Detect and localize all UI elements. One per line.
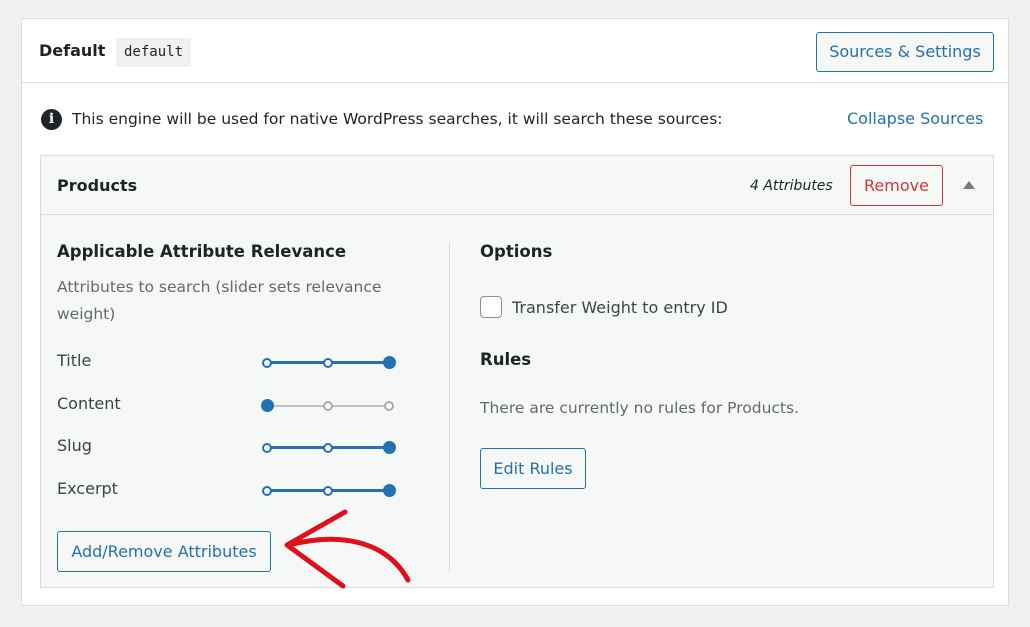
source-name: Products (57, 176, 138, 195)
relevance-description: Attributes to search (slider sets releva… (57, 278, 382, 323)
attribute-label: Excerpt (57, 479, 118, 498)
engine-name: Default (39, 41, 106, 60)
transfer-weight-label: Transfer Weight to entry ID (512, 297, 728, 317)
annotation-arrow-icon (284, 509, 411, 589)
add-remove-attributes-button[interactable]: Add/Remove Attributes (57, 531, 271, 572)
engine-slug: default (116, 38, 192, 67)
slider-knob[interactable] (261, 399, 274, 412)
attribute-label: Title (57, 351, 92, 370)
relevance-slider[interactable] (262, 483, 396, 499)
source-products: Products 4 Attributes Remove Applicable … (40, 155, 994, 588)
attribute-count: 4 Attributes (750, 178, 833, 194)
slider-knob[interactable] (383, 356, 396, 369)
info-icon: i (41, 108, 62, 130)
slider-stop[interactable] (323, 486, 333, 496)
attribute-label: Content (57, 394, 121, 413)
remove-source-button[interactable]: Remove (850, 165, 943, 206)
slider-stop[interactable] (323, 358, 333, 368)
slider-knob[interactable] (383, 484, 396, 497)
rules-empty-text: There are currently no rules for Product… (480, 399, 800, 417)
engine-header: Default default Sources & Settings (22, 19, 1008, 83)
attribute-label: Slug (57, 436, 92, 455)
engine-panel: Default default Sources & Settings i Thi… (21, 18, 1009, 606)
attribute-row: Excerpt (57, 479, 397, 503)
column-divider (449, 242, 450, 572)
slider-stop[interactable] (262, 443, 272, 453)
attribute-row: Slug (57, 436, 397, 460)
transfer-weight-checkbox[interactable] (480, 296, 502, 318)
slider-stop[interactable] (323, 443, 333, 453)
notice-text: This engine will be used for native Word… (72, 110, 723, 128)
slider-stop[interactable] (262, 358, 272, 368)
collapse-arrow-icon[interactable] (963, 181, 975, 189)
slider-stop[interactable] (323, 401, 333, 411)
options-title: Options (480, 242, 553, 261)
attribute-row: Title (57, 351, 397, 375)
relevance-slider[interactable] (262, 355, 396, 371)
relevance-slider[interactable] (262, 440, 396, 456)
source-header: Products 4 Attributes Remove (41, 156, 993, 215)
rules-title: Rules (480, 350, 532, 369)
edit-rules-button[interactable]: Edit Rules (480, 448, 586, 489)
relevance-title: Applicable Attribute Relevance (57, 242, 347, 261)
relevance-slider[interactable] (261, 398, 394, 414)
slider-stop[interactable] (384, 401, 394, 411)
attribute-row: Content (57, 394, 397, 418)
collapse-sources-link[interactable]: Collapse Sources (847, 109, 983, 128)
engine-notice: i This engine will be used for native Wo… (41, 108, 723, 130)
transfer-weight-option[interactable]: Transfer Weight to entry ID (480, 296, 728, 318)
slider-knob[interactable] (383, 441, 396, 454)
slider-stop[interactable] (262, 486, 272, 496)
sources-settings-button[interactable]: Sources & Settings (816, 32, 994, 72)
